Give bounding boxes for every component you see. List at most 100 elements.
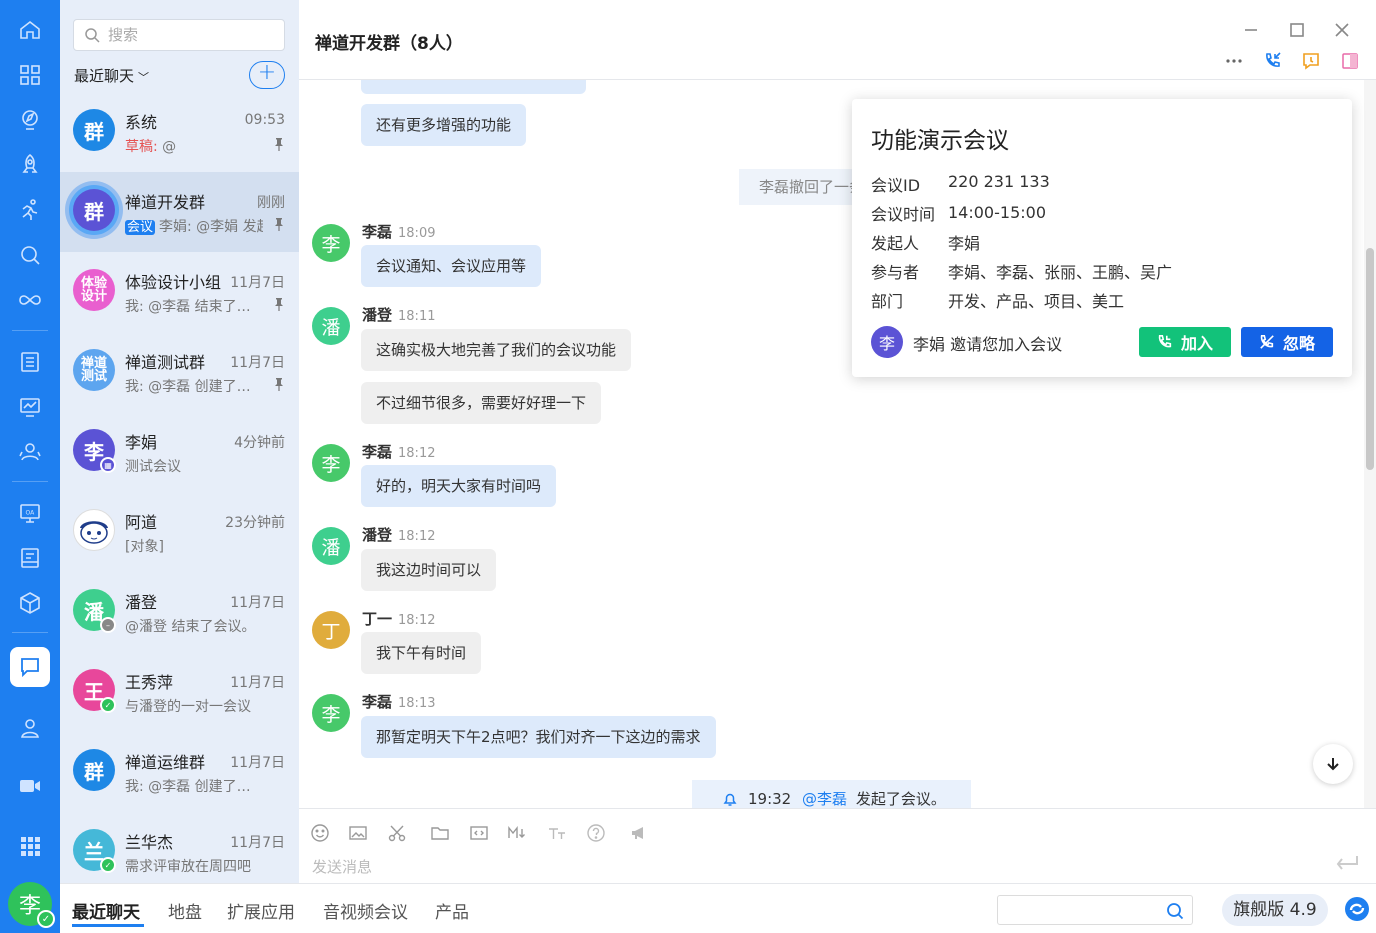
devops-infinity-icon[interactable] xyxy=(14,284,46,316)
emoji-icon[interactable] xyxy=(310,823,330,843)
text-format-icon[interactable] xyxy=(547,823,567,843)
conversation-item[interactable]: 李 ▦ 李娟 4分钟前 测试会议 xyxy=(60,412,299,492)
tab-recent-chats[interactable]: 最近聊天 xyxy=(72,898,140,923)
sender-name: 潘登 xyxy=(362,526,393,544)
join-label: 加入 xyxy=(1180,334,1213,353)
image-icon[interactable] xyxy=(348,823,368,843)
pin-icon[interactable] xyxy=(273,297,285,311)
message-bubble: 好的，明天大家有时间吗 xyxy=(361,465,557,507)
conversation-item[interactable]: 体验 设计体验设计小组 11月7日我: @李磊 结束了会议。 xyxy=(60,252,299,332)
sender-avatar[interactable]: 李 xyxy=(312,444,350,482)
add-chat-button[interactable]: + xyxy=(249,61,285,89)
preview-text: 我: @李磊 创建了讨论。 xyxy=(125,779,263,795)
more-apps-icon[interactable] xyxy=(14,830,46,862)
meeting-notice-icon[interactable] xyxy=(1302,52,1320,70)
sender-avatar[interactable]: 丁 xyxy=(312,611,350,649)
message-scrollbar[interactable] xyxy=(1364,80,1376,808)
svg-text:OA: OA xyxy=(26,510,36,517)
search-icon[interactable] xyxy=(1166,902,1184,920)
conversation-time: 11月7日 xyxy=(230,675,285,691)
message-bubble: 会议通知、会议应用等 xyxy=(361,245,542,287)
conversation-name: 王秀萍 xyxy=(125,673,174,692)
tab-dashboard[interactable]: 地盘 xyxy=(168,898,202,923)
close-icon[interactable] xyxy=(1332,20,1352,40)
user-avatar[interactable]: 李 ✓ xyxy=(8,882,55,928)
sender-avatar[interactable]: 李 xyxy=(312,224,350,262)
sender-avatar[interactable]: 潘 xyxy=(312,527,350,565)
maximize-icon[interactable] xyxy=(1287,20,1307,40)
pin-icon[interactable] xyxy=(273,217,285,231)
meeting-id-value: 220 231 133 xyxy=(948,172,1050,191)
conversation-item[interactable]: 潘 – 潘登 11月7日 @潘登 结束了会议。 xyxy=(60,572,299,652)
phone-decline-icon xyxy=(1260,334,1274,349)
video-icon[interactable] xyxy=(14,770,46,802)
conversation-time: 23分钟前 xyxy=(225,515,285,531)
recent-chats-dropdown[interactable]: 最近聊天 ﹀ xyxy=(74,65,149,86)
screenshot-scissors-icon[interactable] xyxy=(387,823,407,843)
report-icon[interactable] xyxy=(14,542,46,574)
apps-grid-icon[interactable] xyxy=(14,59,46,91)
meeting-department-label: 部门 xyxy=(871,292,904,311)
sprint-icon[interactable] xyxy=(14,194,46,226)
conversation-item[interactable]: 禅道 测试禅道测试群 11月7日我: @李磊 创建了讨论。 xyxy=(60,332,299,412)
conversation-item[interactable]: 王 ✓ 王秀萍 11月7日 与潘登的一对一会议 xyxy=(60,652,299,732)
team-icon[interactable] xyxy=(14,436,46,468)
brand-logo-icon[interactable] xyxy=(1344,896,1370,922)
chat-icon[interactable] xyxy=(10,647,50,687)
conversation-time: 11月7日 xyxy=(230,835,285,851)
tab-products[interactable]: 产品 xyxy=(435,898,469,923)
markdown-icon[interactable] xyxy=(507,823,527,843)
minimize-icon[interactable] xyxy=(1241,20,1261,40)
conversation-avatar: 群 xyxy=(73,749,115,791)
scroll-to-bottom-button[interactable] xyxy=(1313,744,1353,784)
message-bubble: 我下午有时间 xyxy=(361,632,482,674)
rocket-icon[interactable] xyxy=(14,149,46,181)
sender-avatar[interactable]: 李 xyxy=(312,694,350,732)
message-input[interactable]: 发送消息 xyxy=(312,856,372,877)
global-search-input[interactable] xyxy=(997,895,1193,925)
join-meeting-button[interactable]: 加入 xyxy=(1139,327,1231,357)
meeting-invite-popup: 功能演示会议 会议ID 220 231 133 会议时间 14:00-15:00… xyxy=(852,99,1352,377)
send-enter-icon[interactable] xyxy=(1334,854,1360,872)
notice-mention[interactable]: @李磊 xyxy=(802,790,847,808)
more-options-icon[interactable] xyxy=(1225,52,1243,70)
pin-icon[interactable] xyxy=(273,377,285,391)
help-icon[interactable] xyxy=(586,823,606,843)
megaphone-icon[interactable] xyxy=(629,823,649,843)
scrollbar-thumb[interactable] xyxy=(1366,248,1374,470)
conversation-avatar xyxy=(73,509,115,551)
pin-icon[interactable] xyxy=(273,137,285,151)
contacts-icon[interactable] xyxy=(14,712,46,744)
document-list-icon[interactable] xyxy=(14,346,46,378)
conversation-item[interactable]: 群系统 09:53 草稿: @ xyxy=(60,92,299,172)
ignore-meeting-button[interactable]: 忽略 xyxy=(1241,327,1333,357)
conversation-item[interactable]: 阿道 23分钟前 [对象] xyxy=(60,492,299,572)
tab-extensions[interactable]: 扩展应用 xyxy=(227,898,295,923)
version-badge[interactable]: 旗舰版 4.9 xyxy=(1222,894,1328,926)
monitor-chart-icon[interactable] xyxy=(14,391,46,423)
conversation-name: 阿道 xyxy=(125,513,158,532)
conversation-name: 兰华杰 xyxy=(125,833,174,852)
meeting-started-notice[interactable]: 19:32 @李磊 发起了会议。 xyxy=(692,780,971,808)
active-tab-indicator xyxy=(72,924,144,927)
home-icon[interactable] xyxy=(14,14,46,46)
chat-header: 禅道开发群（8人） xyxy=(299,0,1376,80)
recall-notice: 李磊撤回了一条消息 xyxy=(739,169,869,205)
search-qa-icon[interactable] xyxy=(14,239,46,271)
tab-av-meetings[interactable]: 音视频会议 xyxy=(323,898,408,923)
cube-icon[interactable] xyxy=(14,587,46,619)
code-icon[interactable] xyxy=(469,823,489,843)
side-panel-icon[interactable] xyxy=(1341,52,1359,70)
folder-icon[interactable] xyxy=(430,823,450,843)
phone-call-icon[interactable] xyxy=(1264,52,1282,70)
oa-icon[interactable]: OA xyxy=(14,497,46,529)
meeting-time-label: 会议时间 xyxy=(871,205,936,224)
search-input[interactable]: 搜索 xyxy=(73,19,285,51)
conversation-time: 11月7日 xyxy=(230,275,285,291)
compass-icon[interactable] xyxy=(14,104,46,136)
sender-name: 李磊 xyxy=(362,223,393,241)
conversation-item[interactable]: 兰 ✓ 兰华杰 11月7日 需求评审放在周四吧 xyxy=(60,812,299,892)
sender-avatar[interactable]: 潘 xyxy=(312,307,350,345)
conversation-item[interactable]: 群禅道开发群 刚刚会议李娟: @李娟 发起了会议。 xyxy=(60,172,299,252)
conversation-item[interactable]: 群禅道运维群 11月7日我: @李磊 创建了讨论。 xyxy=(60,732,299,812)
